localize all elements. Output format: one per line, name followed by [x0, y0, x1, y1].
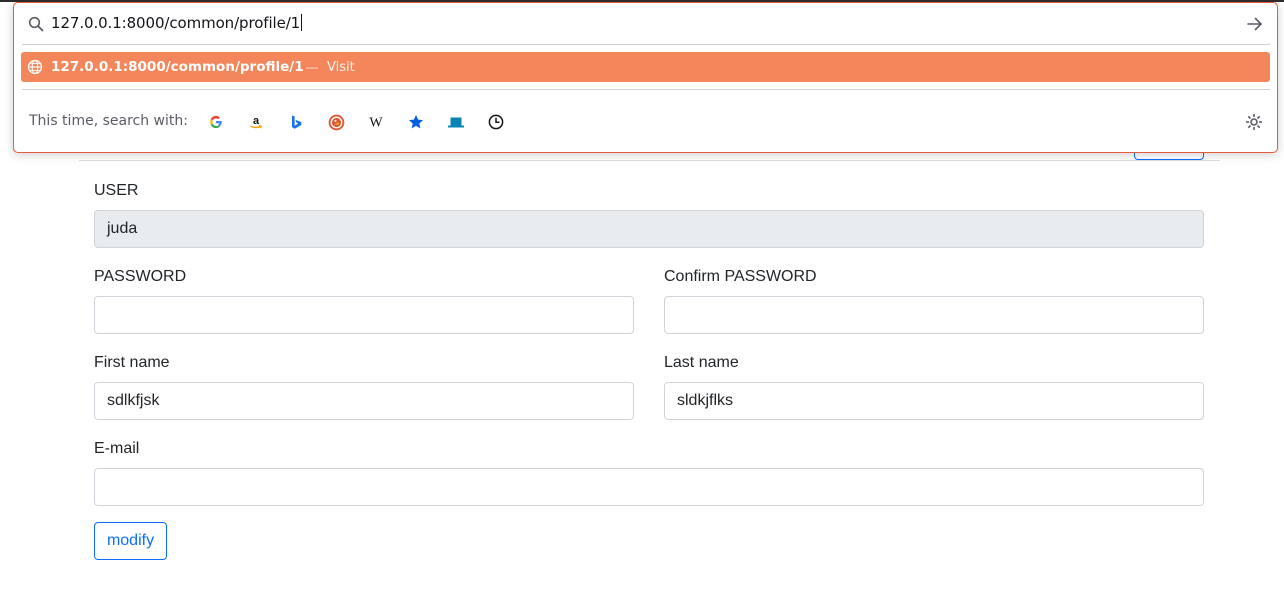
user-field: juda — [94, 210, 1204, 248]
first-name-label: First name — [94, 354, 170, 371]
suggestion-separator: — — [306, 60, 318, 74]
wikipedia-icon: W — [369, 116, 383, 131]
suggestion-action: Visit — [327, 60, 355, 75]
duckduckgo-engine-button[interactable] — [324, 110, 348, 134]
last-name-field[interactable]: sldkjflks — [664, 382, 1204, 420]
google-engine-button[interactable] — [204, 110, 228, 134]
search-icon — [28, 16, 44, 32]
urlbar-separator — [22, 44, 1270, 45]
email-label: E-mail — [94, 440, 140, 457]
confirm-password-label: Confirm PASSWORD — [664, 268, 817, 285]
user-label: USER — [94, 182, 139, 199]
globe-icon — [27, 59, 43, 75]
bing-engine-button[interactable] — [284, 110, 308, 134]
tabs-engine-button[interactable] — [444, 110, 468, 134]
duckduckgo-icon — [328, 114, 344, 130]
search-oneoffs: This time, search with: a W — [14, 101, 1277, 141]
history-engine-button[interactable] — [484, 110, 508, 134]
wikipedia-engine-button[interactable]: W — [364, 110, 388, 134]
modify-button[interactable]: modify — [94, 522, 167, 560]
email-field[interactable] — [94, 468, 1204, 506]
google-icon — [210, 115, 222, 129]
url-input[interactable]: 127.0.0.1:8000/common/profile/1 — [14, 3, 1277, 44]
clock-icon — [488, 114, 504, 130]
text-caret — [301, 14, 303, 31]
suggestion-url: 127.0.0.1:8000/common/profile/1 — [51, 59, 304, 75]
bing-icon — [292, 115, 302, 129]
amazon-icon: a — [250, 115, 262, 129]
url-input-text[interactable]: 127.0.0.1:8000/common/profile/1 — [51, 14, 303, 32]
gear-icon[interactable] — [1244, 112, 1264, 132]
svg-text:W: W — [369, 116, 383, 131]
password-label: PASSWORD — [94, 268, 187, 285]
oneoff-label: This time, search with: — [29, 113, 188, 129]
oneoff-separator — [22, 89, 1270, 90]
first-name-field[interactable]: sdlkfjsk — [94, 382, 634, 420]
svg-text:a: a — [253, 115, 260, 127]
tab-icon — [448, 117, 464, 128]
amazon-engine-button[interactable]: a — [244, 110, 268, 134]
go-arrow-icon[interactable] — [1246, 15, 1264, 33]
confirm-password-field[interactable] — [664, 296, 1204, 334]
url-suggestion-row[interactable]: 127.0.0.1:8000/common/profile/1 — Visit — [21, 52, 1270, 82]
bookmarks-engine-button[interactable] — [404, 110, 428, 134]
password-field[interactable] — [94, 296, 634, 334]
last-name-label: Last name — [664, 354, 739, 371]
urlbar-dropdown: 127.0.0.1:8000/common/profile/1 127.0.0.… — [13, 2, 1278, 153]
star-icon — [408, 115, 424, 129]
